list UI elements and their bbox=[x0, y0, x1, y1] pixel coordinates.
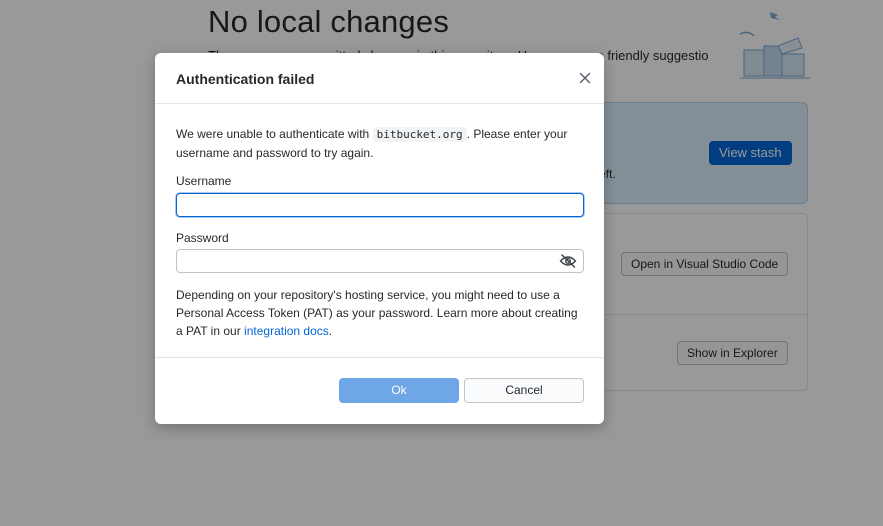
integration-docs-link[interactable]: integration docs bbox=[244, 324, 329, 338]
username-label: Username bbox=[176, 174, 232, 188]
username-input[interactable] bbox=[176, 193, 584, 217]
dialog-footer: Ok Cancel bbox=[155, 357, 604, 424]
intro-text-before: We were unable to authenticate with bbox=[176, 127, 373, 141]
help-text-before: Depending on your repository's hosting s… bbox=[176, 288, 578, 338]
help-text-after: . bbox=[328, 324, 333, 338]
toggle-password-visibility-button[interactable] bbox=[558, 251, 578, 271]
help-text: Depending on your repository's hosting s… bbox=[176, 286, 583, 340]
dialog-title: Authentication failed bbox=[176, 71, 315, 87]
close-button[interactable] bbox=[576, 69, 594, 87]
eye-slash-icon bbox=[559, 254, 577, 268]
cancel-button[interactable]: Cancel bbox=[464, 378, 584, 403]
host-name: bitbucket.org bbox=[372, 127, 467, 142]
password-input[interactable] bbox=[176, 249, 584, 273]
authentication-failed-dialog: Authentication failed We were unable to … bbox=[155, 53, 604, 424]
close-icon bbox=[579, 72, 591, 84]
password-label: Password bbox=[176, 231, 229, 245]
ok-button[interactable]: Ok bbox=[339, 378, 459, 403]
dialog-header: Authentication failed bbox=[155, 53, 604, 104]
intro-text: We were unable to authenticate with bitb… bbox=[176, 125, 583, 163]
